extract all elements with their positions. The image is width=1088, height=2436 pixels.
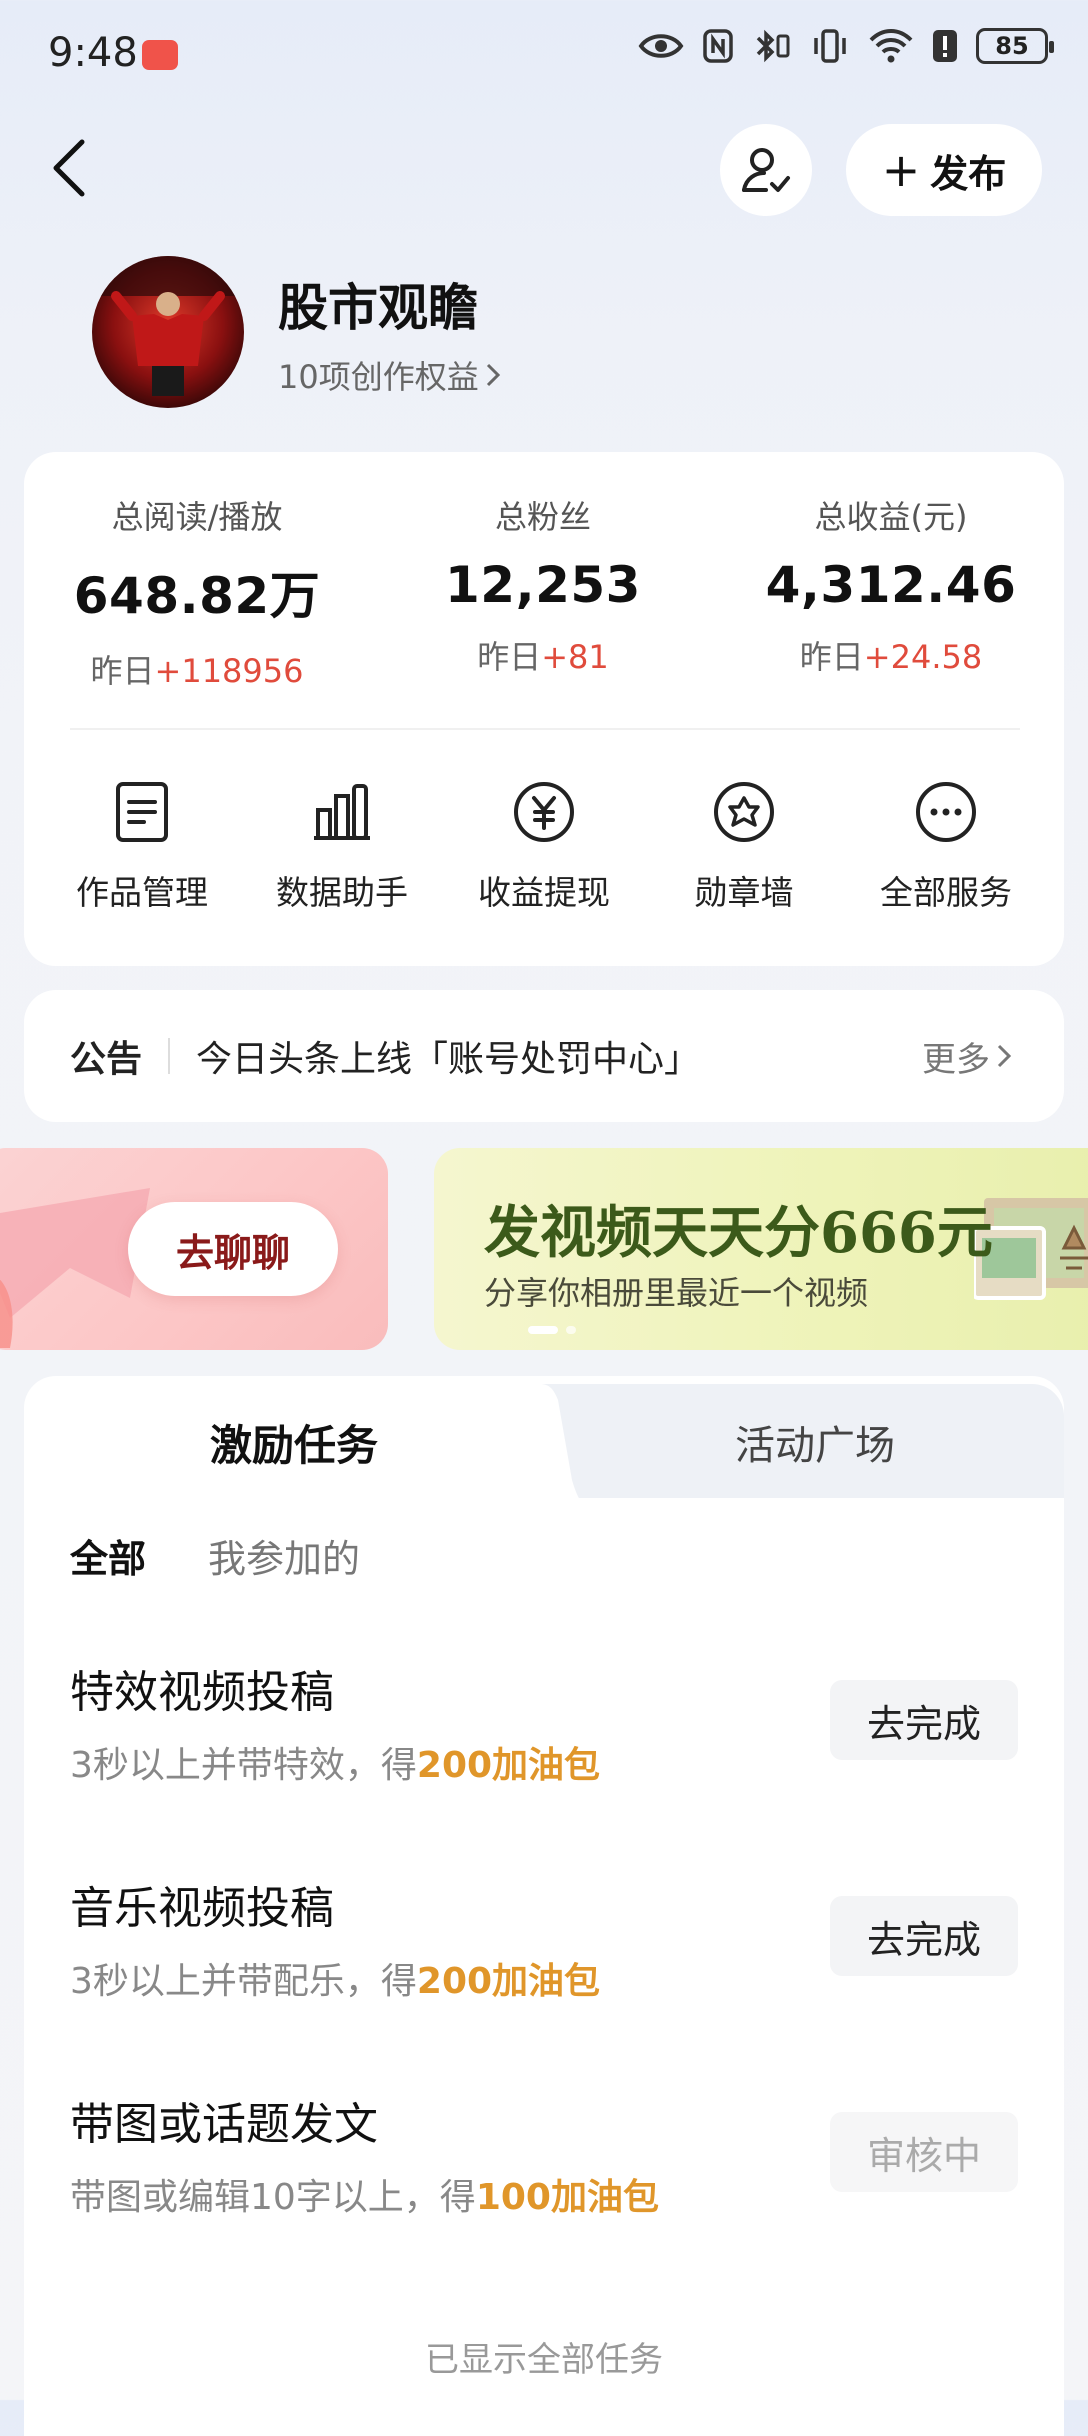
status-time: 9:48 [48, 30, 138, 76]
huawei-badge-icon [142, 40, 178, 70]
service-data-assistant[interactable]: 数据助手 [242, 780, 442, 914]
task-complete-button[interactable]: 去完成 [830, 1680, 1018, 1760]
publish-button[interactable]: + 发布 [846, 124, 1042, 216]
tasks-footer: 已显示全部任务 [425, 2340, 663, 2380]
back-button[interactable] [44, 136, 94, 200]
yen-icon [514, 782, 574, 842]
service-label: 全部服务 [880, 873, 1012, 912]
alert-icon [933, 30, 957, 62]
stat-value: 648.82万 [73, 567, 321, 625]
notice-bar[interactable]: 公告 今日头条上线「账号处罚中心」 更多 [24, 990, 1064, 1122]
task-title: 音乐视频投稿 [70, 1883, 334, 1934]
divider [70, 728, 1020, 730]
promo-title: 发视频天天分666元 [484, 1200, 993, 1266]
chat-button[interactable]: 去聊聊 [128, 1202, 338, 1296]
task-desc: 3秒以上并带特效，得200加油包 [70, 1745, 601, 1786]
service-medal-wall[interactable]: 勋章墙 [644, 780, 844, 914]
creator-rights-label: 10项创作权益 [278, 358, 479, 396]
task-desc: 带图或编辑10字以上，得100加油包 [70, 2177, 659, 2218]
stat-label: 总粉丝 [494, 498, 591, 536]
avatar[interactable] [92, 256, 244, 408]
service-label: 收益提现 [478, 873, 610, 912]
carousel-dot [566, 1326, 576, 1334]
publish-label: 发布 [930, 151, 1007, 196]
stat-label: 总收益(元) [814, 498, 968, 536]
medal-icon [714, 782, 774, 842]
notice-separator [168, 1038, 171, 1074]
user-verify-button[interactable] [720, 124, 812, 216]
stat-delta: 昨日+118956 [90, 652, 304, 690]
task-title: 特效视频投稿 [70, 1667, 334, 1718]
vibrate-icon [814, 29, 846, 63]
stat-delta: 昨日+81 [477, 638, 609, 676]
stat-label: 总阅读/播放 [111, 498, 283, 536]
status-icons: 85 [638, 28, 1054, 64]
service-works-management[interactable]: 作品管理 [42, 780, 242, 914]
service-label: 勋章墙 [694, 873, 794, 912]
stat-value: 4,312.46 [765, 556, 1017, 614]
nfc-icon [703, 29, 733, 63]
profile-name: 股市观瞻 [278, 279, 478, 337]
more-icon [916, 782, 976, 842]
stat-total-earnings[interactable]: 总收益(元) 4,312.46 昨日+24.58 [718, 492, 1064, 678]
eye-icon [638, 34, 684, 58]
promo-subtitle: 分享你相册里最近一个视频 [484, 1274, 869, 1312]
task-complete-button[interactable]: 去完成 [830, 1896, 1018, 1976]
task-title: 带图或话题发文 [70, 2099, 378, 2150]
filter-all[interactable]: 全部 [70, 1528, 146, 1583]
tab-activity-square[interactable]: 活动广场 [600, 1386, 1030, 1498]
task-reviewing-button: 审核中 [830, 2112, 1018, 2192]
task-desc: 3秒以上并带配乐，得200加油包 [70, 1961, 601, 2002]
chevron-left-icon [53, 139, 85, 197]
service-withdraw[interactable]: 收益提现 [444, 780, 644, 914]
notice-tag: 公告 [70, 1039, 143, 1080]
plus-icon: + [881, 143, 921, 197]
stat-total-reads[interactable]: 总阅读/播放 648.82万 昨日+118956 [24, 492, 370, 692]
bluetooth-icon [756, 29, 790, 63]
chevron-right-icon [486, 363, 500, 387]
bar-chart-icon [314, 784, 370, 840]
battery-icon: 85 [976, 28, 1054, 64]
chevron-right-icon [997, 1044, 1012, 1068]
stat-delta: 昨日+24.58 [799, 638, 983, 676]
user-check-icon [742, 148, 790, 192]
filter-joined[interactable]: 我参加的 [208, 1528, 360, 1583]
service-all[interactable]: 全部服务 [846, 780, 1046, 914]
wifi-icon [869, 29, 913, 63]
service-label: 作品管理 [76, 873, 208, 912]
document-icon [116, 782, 168, 842]
carousel-dot-active [528, 1326, 558, 1334]
stat-total-fans[interactable]: 总粉丝 12,253 昨日+81 [370, 492, 716, 678]
creator-rights-link[interactable]: 10项创作权益 [278, 352, 501, 398]
notice-more-link[interactable]: 更多 [922, 1032, 1012, 1081]
tab-incentive-tasks[interactable]: 激励任务 [24, 1386, 564, 1498]
carousel-indicator [528, 1326, 576, 1334]
stat-value: 12,253 [445, 556, 641, 614]
notice-text: 今日头条上线「账号处罚中心」 [196, 1039, 701, 1080]
service-label: 数据助手 [276, 873, 408, 912]
